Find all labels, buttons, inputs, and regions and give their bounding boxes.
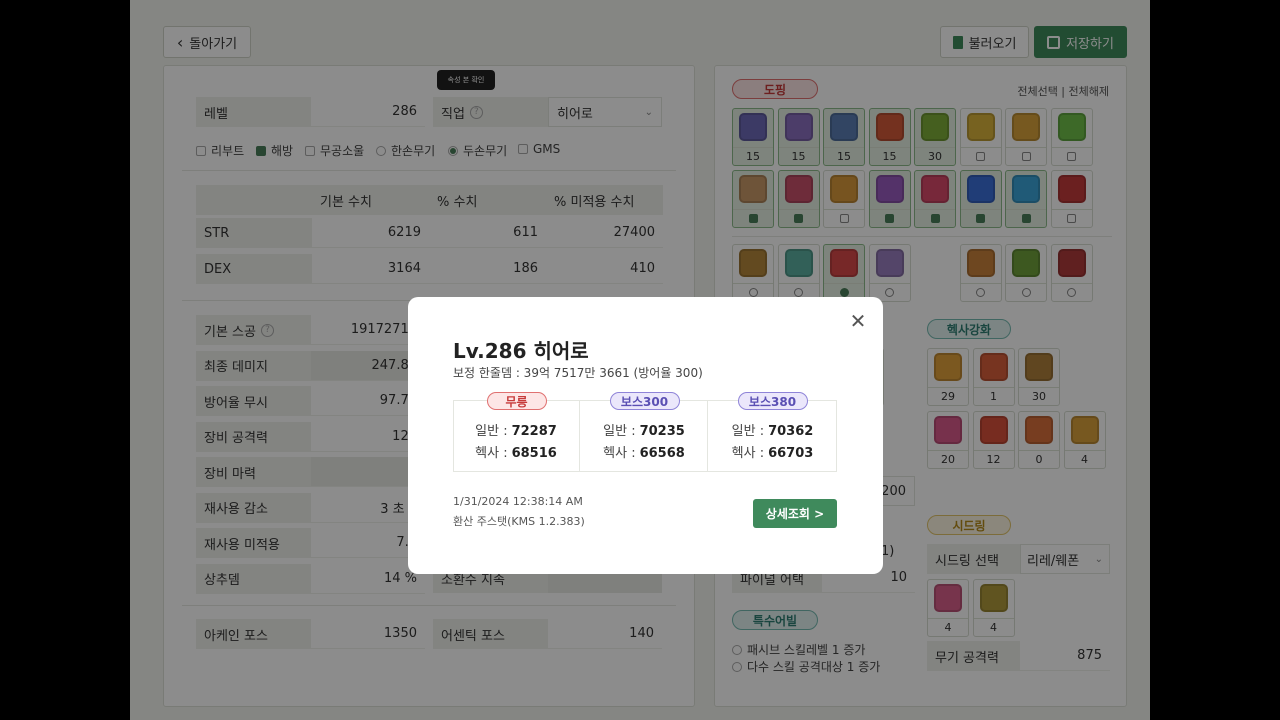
normal-label: 일반 : [731,424,765,439]
modal-title: Lv.286 히어로 [453,339,589,363]
damage-column-2: 보스300 일반 :70235 헥사 :66568 [581,392,708,472]
hexa-label: 헥사 : [731,446,765,461]
hexa-value: 66568 [639,446,685,461]
normal-damage-row: 일반 :72287 [453,420,579,439]
hexa-label: 헥사 : [603,446,636,461]
normal-value: 70362 [768,424,814,439]
source-version: 환산 주스탯(KMS 1.2.383) [453,515,585,528]
normal-damage-row: 일반 :70362 [709,420,836,439]
close-icon[interactable]: ✕ [849,311,867,331]
hexa-value: 68516 [511,446,557,461]
damage-tag: 보스380 [737,392,808,410]
damage-tag: 보스300 [609,392,680,410]
hexa-damage-row: 헥사 :68516 [453,442,579,461]
normal-value: 72287 [511,424,557,439]
hexa-damage-row: 헥사 :66568 [581,442,707,461]
normal-label: 일반 : [603,424,636,439]
result-modal: ✕ Lv.286 히어로 보정 한줄뎀 : 39억 7517만 3661 (방어… [408,297,883,574]
detail-button[interactable]: 상세조회 > [753,499,837,528]
normal-damage-row: 일반 :70235 [581,420,707,439]
timestamp: 1/31/2024 12:38:14 AM [453,495,583,508]
hexa-label: 헥사 : [475,446,508,461]
modal-subtitle: 보정 한줄뎀 : 39억 7517만 3661 (방어율 300) [453,366,703,380]
damage-column-1: 무릉 일반 :72287 헥사 :68516 [453,392,580,472]
damage-column-3: 보스380 일반 :70362 헥사 :66703 [709,392,836,472]
hexa-value: 66703 [768,446,814,461]
normal-label: 일반 : [475,424,508,439]
damage-tag: 무릉 [486,392,547,410]
normal-value: 70235 [639,424,685,439]
hexa-damage-row: 헥사 :66703 [709,442,836,461]
